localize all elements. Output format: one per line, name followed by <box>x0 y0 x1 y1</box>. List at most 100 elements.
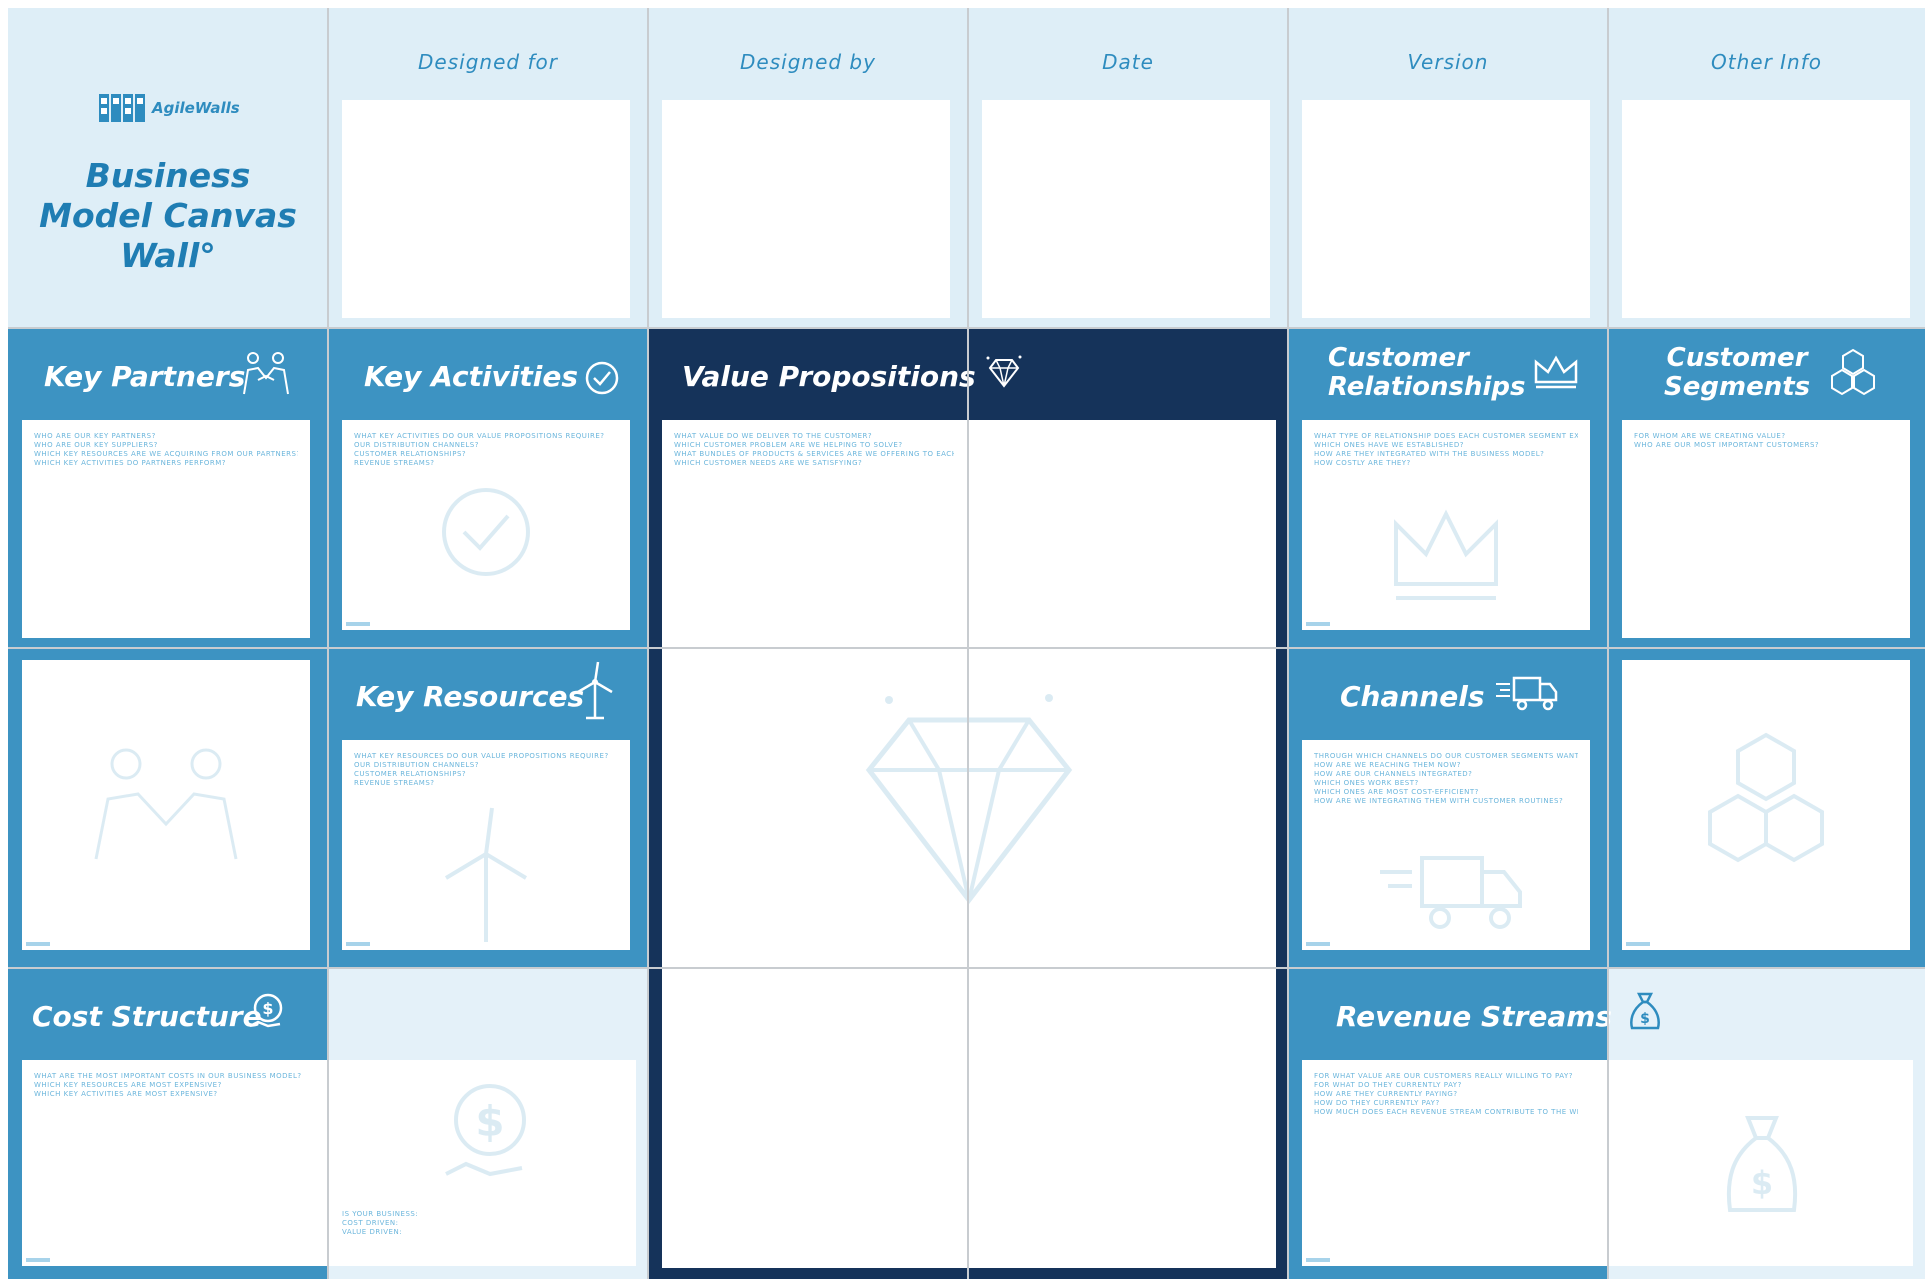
question-item: Cost driven: <box>342 1219 399 1227</box>
question-item: Revenue streams? <box>354 459 435 467</box>
key-resources-questions: What key resources do our value proposit… <box>354 752 618 788</box>
diamond-icon <box>986 355 1022 388</box>
svg-text:$: $ <box>262 999 273 1018</box>
handshake-watermark-icon <box>94 748 238 860</box>
question-item: How much does each revenue stream contri… <box>1314 1108 1578 1116</box>
channels-questions: Through which channels do our customer s… <box>1314 752 1578 806</box>
header-other-info: Other Info <box>1608 8 1925 328</box>
cost-structure-sheet[interactable]: What are the most important costs in our… <box>22 1060 636 1266</box>
key-activities-questions: What key activities do our value proposi… <box>354 432 618 468</box>
panel-seam <box>8 647 1925 649</box>
question-item: What value do we deliver to the customer… <box>674 432 873 440</box>
key-partners-questions: Who are our key partners? Who are our ke… <box>34 432 298 468</box>
sheet-footer-mark <box>346 942 370 946</box>
agilewalls-logo-icon <box>99 94 145 122</box>
header-designed-by: Designed by <box>648 8 968 328</box>
question-item: Customer relationships? <box>354 770 467 778</box>
question-item: Who are our most important customers? <box>1634 441 1820 449</box>
key-partners-sheet-bottom[interactable] <box>22 660 310 950</box>
svg-text:$: $ <box>1640 1011 1650 1027</box>
question-item: Is your business: <box>342 1210 419 1218</box>
date-field[interactable] <box>982 100 1270 318</box>
question-item: How are our channels integrated? <box>1314 770 1473 778</box>
question-item: What key resources do our value proposit… <box>354 752 609 760</box>
header-version: Version <box>1288 8 1608 328</box>
diamond-watermark-icon <box>865 694 1073 905</box>
panel-seam <box>1607 8 1609 1279</box>
version-label: Version <box>1407 50 1489 74</box>
channels-sheet[interactable]: Through which channels do our customer s… <box>1302 740 1590 950</box>
question-item: What type of relationship does each cust… <box>1314 432 1578 440</box>
question-item: Which ones work best? <box>1314 779 1419 787</box>
question-item: Which ones have we established? <box>1314 441 1464 449</box>
revenue-streams-title: Revenue Streams <box>1336 1000 1613 1033</box>
question-item: How are we reaching them now? <box>1314 761 1461 769</box>
question-item: Which customer problem are we helping to… <box>674 441 903 449</box>
customer-segments-sheet-top[interactable]: For whom are we creating value? Who are … <box>1622 420 1910 638</box>
key-resources-title: Key Resources <box>356 680 585 713</box>
check-circle-watermark-icon <box>442 488 530 576</box>
people-group-icon <box>1831 348 1875 396</box>
key-activities-sheet[interactable]: What key activities do our value proposi… <box>342 420 630 630</box>
panel-seam <box>967 8 969 1279</box>
designed-for-field[interactable] <box>342 100 630 318</box>
question-item: Customer relationships? <box>354 450 467 458</box>
key-resources-sheet[interactable]: What key resources do our value proposit… <box>342 740 630 950</box>
sheet-footer-mark <box>1626 942 1650 946</box>
key-partners-title: Key Partners <box>44 360 246 393</box>
customer-segments-title-line2: Segments <box>1664 372 1811 402</box>
customer-segments-sheet-bottom[interactable] <box>1622 660 1910 950</box>
question-item: How do they currently pay? <box>1314 1099 1440 1107</box>
logo-text: AgileWalls <box>152 99 240 117</box>
header-date: Date <box>968 8 1288 328</box>
customer-relationships-sheet[interactable]: What type of relationship does each cust… <box>1302 420 1590 630</box>
sheet-footer-mark <box>26 1258 50 1262</box>
question-item: Who are our key partners? <box>34 432 156 440</box>
canvas-title: Business Model Canvas Wall° <box>8 156 328 276</box>
question-item: Through which channels do our customer s… <box>1314 752 1578 760</box>
key-activities-title: Key Activities <box>364 360 579 393</box>
title-line-2: Model Canvas <box>39 196 297 235</box>
panel-seam <box>1287 8 1289 1279</box>
value-propositions-questions: What value do we deliver to the customer… <box>674 432 954 468</box>
question-item: Which key resources are we acquiring fro… <box>34 450 298 458</box>
question-item: For what value are our customers really … <box>1314 1072 1573 1080</box>
panel-seam <box>8 327 1925 329</box>
panel-seam <box>647 8 649 1279</box>
question-item: Value driven: <box>342 1228 403 1236</box>
customer-segments-title: Customer Segments <box>1664 344 1810 402</box>
wind-turbine-icon <box>577 661 613 720</box>
svg-text:$: $ <box>1751 1164 1773 1202</box>
business-model-canvas-wall: AgileWalls Business Model Canvas Wall° D… <box>8 8 1925 1279</box>
question-item: Our distribution channels? <box>354 441 479 449</box>
question-item: Which key activities do partners perform… <box>34 459 226 467</box>
question-item: For what do they currently pay? <box>1314 1081 1462 1089</box>
customer-relationships-title: Customer Relationships <box>1328 344 1526 402</box>
question-item: Which key activities are most expensive? <box>34 1090 218 1098</box>
cost-structure-title: Cost Structure <box>32 1000 262 1033</box>
cost-structure-questions: What are the most important costs in our… <box>34 1072 314 1099</box>
version-field[interactable] <box>1302 100 1590 318</box>
value-propositions-title: Value Propositions <box>682 360 976 393</box>
revenue-streams-questions: For what value are our customers really … <box>1314 1072 1578 1117</box>
designed-for-label: Designed for <box>418 50 558 74</box>
question-item: How are they currently paying? <box>1314 1090 1458 1098</box>
question-item: What key activities do our value proposi… <box>354 432 605 440</box>
customer-relationships-questions: What type of relationship does each cust… <box>1314 432 1578 468</box>
key-partners-sheet-top[interactable]: Who are our key partners? Who are our ke… <box>22 420 310 638</box>
crown-icon <box>1534 355 1578 389</box>
header-designed-for: Designed for <box>328 8 648 328</box>
question-item: How are they integrated with the busines… <box>1314 450 1545 458</box>
wind-turbine-watermark-icon <box>444 807 528 942</box>
key-resources-block: Key Resources What key resources do our … <box>328 648 648 968</box>
other-info-label: Other Info <box>1711 50 1822 74</box>
other-info-field[interactable] <box>1622 100 1910 318</box>
question-item: What bundles of products & services are … <box>674 450 954 458</box>
question-item: Which key resources are most expensive? <box>34 1081 222 1089</box>
channels-block: Channels Through which channels do our c… <box>1288 648 1608 968</box>
designed-by-field[interactable] <box>662 100 950 318</box>
value-propositions-sheet[interactable]: What value do we deliver to the customer… <box>662 420 1276 1268</box>
sheet-footer-mark <box>26 942 50 946</box>
crown-watermark-icon <box>1394 509 1498 600</box>
question-item: Revenue streams? <box>354 779 435 787</box>
